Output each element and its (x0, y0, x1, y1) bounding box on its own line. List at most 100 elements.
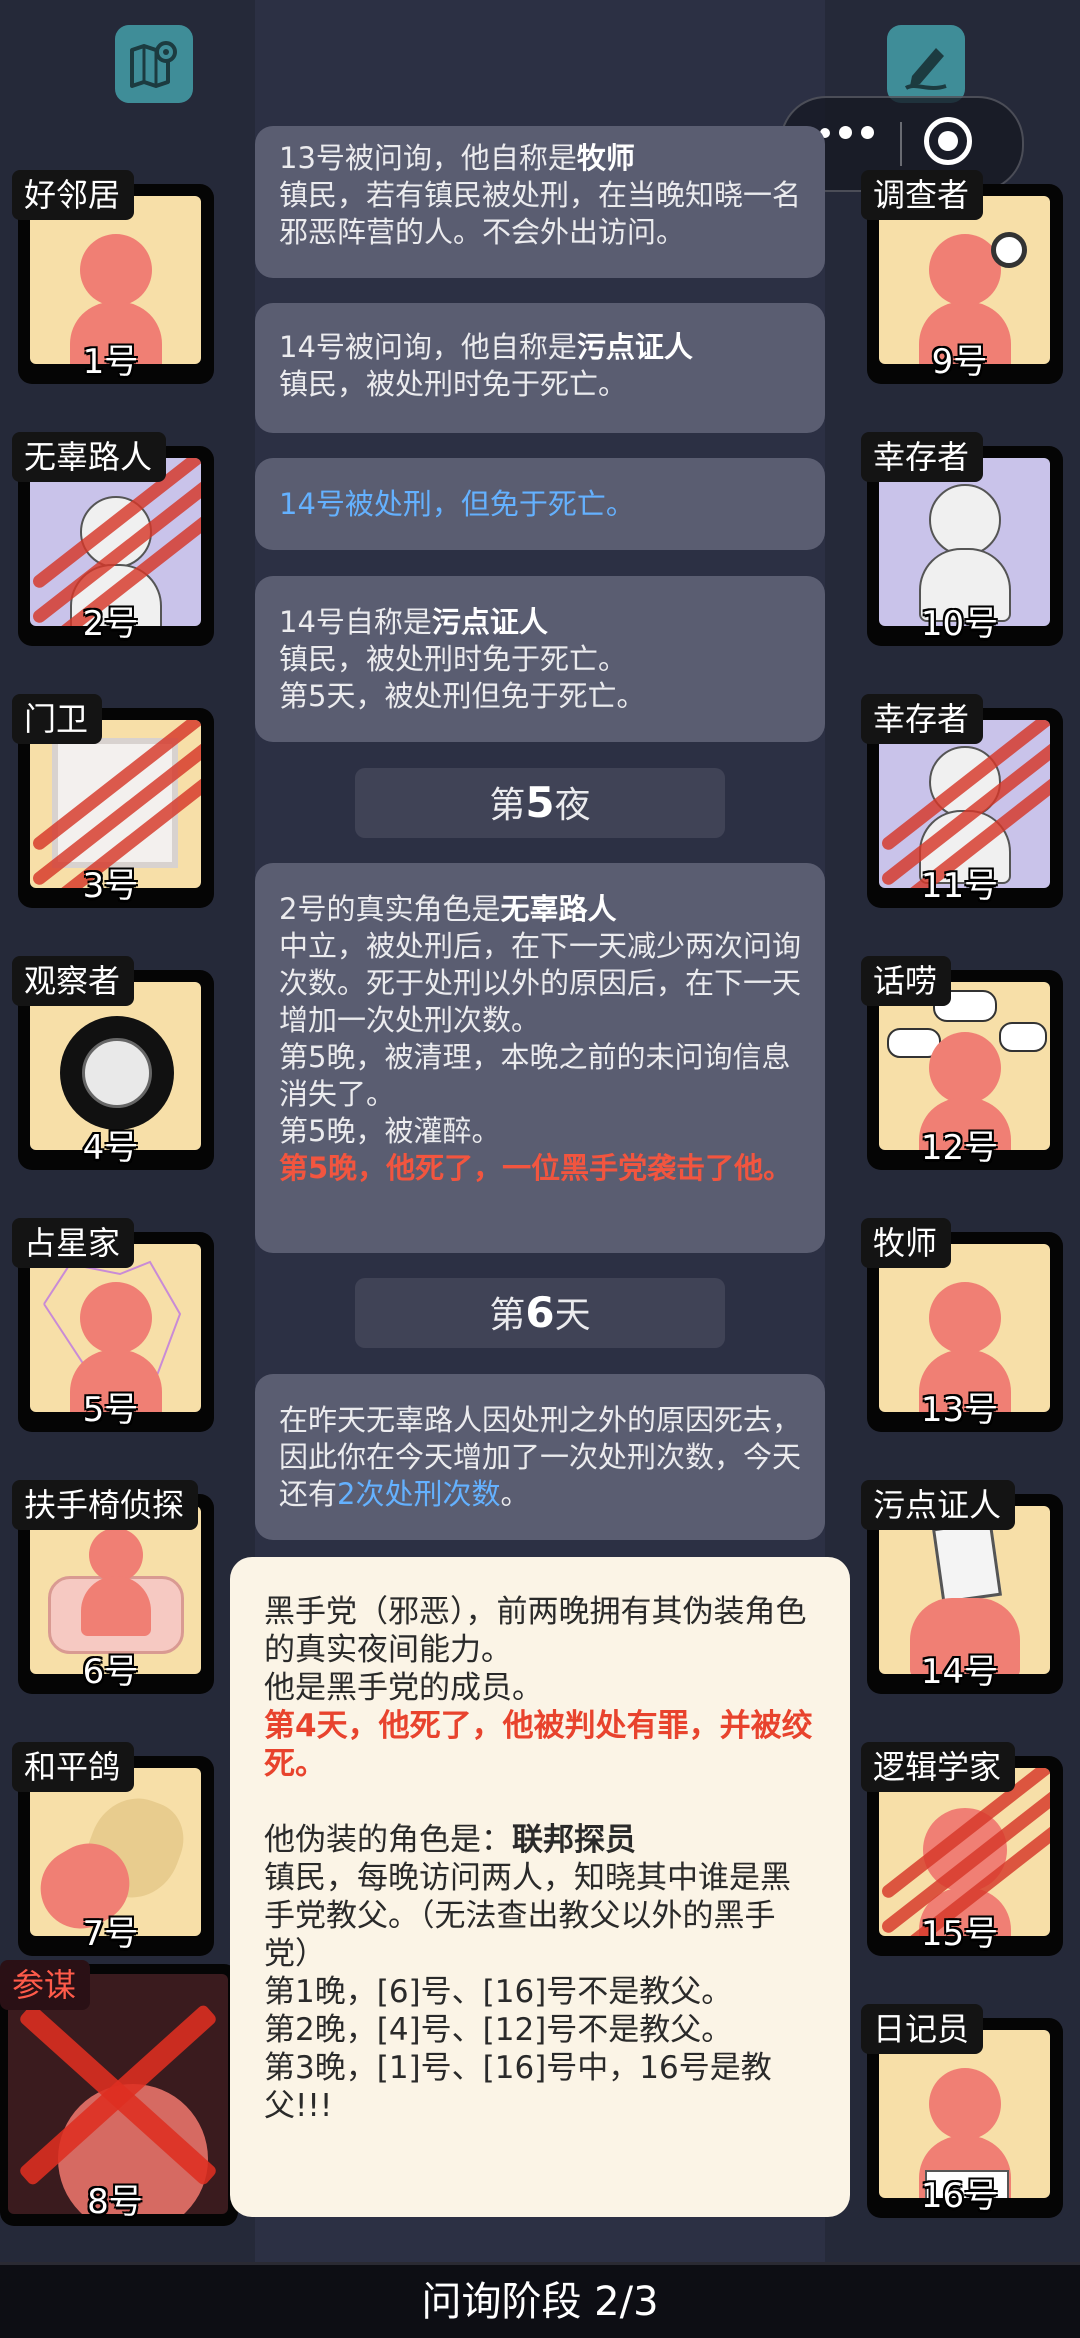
log-message: 14号被问询，他自称是污点证人 镇民，被处刑时免于死亡。 (255, 303, 825, 433)
speech-bubble (999, 1022, 1047, 1052)
player-number: 5号 (82, 1390, 139, 1430)
night-label: 夜 (554, 785, 591, 826)
night-header: 第5夜 (355, 768, 725, 838)
player-number: 15号 (920, 1914, 999, 1954)
execution-count: 2次处刑次数 (337, 1477, 501, 1511)
character-head (79, 234, 152, 306)
player-number: 16号 (920, 2176, 999, 2216)
log-execution-text: 14号被处刑，但免于死亡。 (279, 487, 635, 521)
player-number: 14号 (920, 1652, 999, 1692)
popup-disguise: 他伪装的角色是：联邦探员 (264, 1821, 816, 1859)
log-text: 镇民，若有镇民被处刑，在当晚知晓一名邪恶阵营的人。不会外出访问。 (279, 178, 802, 249)
phase-label: 问询阶段 2/3 (421, 2279, 659, 2325)
player-card-9[interactable]: 调查者 9号 (857, 136, 1063, 384)
magnifier (991, 232, 1027, 268)
player-card-13[interactable]: 牧师 13号 (857, 1184, 1063, 1432)
popup-night-2: 第2晚，[4]号、[12]号不是教父。 (264, 2012, 733, 2048)
role-label: 幸存者 (861, 694, 984, 744)
player-card-2[interactable]: 无辜路人 2号 (8, 398, 214, 646)
game-screen: 好邻居 1号 无辜路人 2号 门卫 3号 观察者 4号 占星家 5号 扶手椅侦探… (0, 0, 1080, 2338)
log-text: 。 (500, 1477, 530, 1511)
popup-disguise-desc: 镇民，每晚访问两人，知晓其中谁是黑手党教父。（无法查出教父以外的黑手党） (264, 1860, 791, 1972)
role-label: 扶手椅侦探 (12, 1480, 199, 1530)
notes-button[interactable] (887, 25, 965, 103)
portrait (30, 458, 201, 626)
log-text: 第5晚，被清理，本晚之前的未问询信息消失了。 (279, 1040, 791, 1111)
player-card-5[interactable]: 占星家 5号 (8, 1184, 214, 1432)
popup-night-3: 第3晚，[1]号、[16]号中，16号是教父!!! (264, 2050, 772, 2124)
player-number: 11号 (920, 866, 999, 906)
day-label: 第 (489, 1295, 526, 1336)
role-label: 话唠 (861, 956, 952, 1006)
character-head (928, 484, 1001, 556)
phase-bar: 问询阶段 2/3 (0, 2262, 1080, 2338)
portrait (30, 196, 201, 364)
character-head (88, 1528, 143, 1582)
character-head (928, 1282, 1001, 1354)
role-label: 牧师 (861, 1218, 952, 1268)
character-head (928, 234, 1001, 306)
player-card-10[interactable]: 幸存者 10号 (857, 398, 1063, 646)
log-role-name: 无辜路人 (500, 892, 617, 926)
role-label: 逻辑学家 (861, 1742, 1016, 1792)
role-detail-popup[interactable]: 黑手党（邪恶），前两晚拥有其伪装角色的真实夜间能力。 他是黑手党的成员。 第4天… (230, 1557, 850, 2217)
player-card-7[interactable]: 和平鸽 7号 (8, 1708, 214, 1956)
player-card-14[interactable]: 污点证人 14号 (857, 1446, 1063, 1694)
map-button[interactable] (115, 25, 193, 103)
role-label: 调查者 (861, 170, 984, 220)
role-label: 观察者 (12, 956, 135, 1006)
log-text: 中立，被处刑后，在下一天减少两次问询次数。死于处刑以外的原因后，在下一天增加一次… (279, 929, 802, 1037)
day-number: 6 (525, 1288, 555, 1337)
role-label: 门卫 (12, 694, 103, 744)
log-message: 在昨天无辜路人因处刑之外的原因死去，因此你在今天增加了一次处刑次数，今天还有2次… (255, 1374, 825, 1540)
popup-role-desc: 黑手党（邪恶），前两晚拥有其伪装角色的真实夜间能力。 (264, 1594, 807, 1668)
portrait (879, 196, 1050, 364)
portrait (879, 1768, 1050, 1936)
player-number: 12号 (920, 1128, 999, 1168)
role-label: 幸存者 (861, 432, 984, 482)
player-number: 2号 (82, 604, 139, 644)
night-label: 第 (489, 785, 526, 826)
player-card-3[interactable]: 门卫 3号 (8, 660, 214, 908)
player-card-11[interactable]: 幸存者 11号 (857, 660, 1063, 908)
log-text: 13号被问询，他自称是 (279, 141, 577, 175)
log-message: 14号被处刑，但免于死亡。 (255, 458, 825, 550)
log-role-name: 污点证人 (431, 605, 548, 639)
disguise-role: 联邦探员 (512, 1822, 636, 1858)
log-role-name: 污点证人 (576, 330, 693, 364)
log-message: 2号的真实角色是无辜路人 中立，被处刑后，在下一天减少两次问询次数。死于处刑以外… (255, 863, 825, 1253)
player-card-15[interactable]: 逻辑学家 15号 (857, 1708, 1063, 1956)
player-card-1[interactable]: 好邻居 1号 (8, 136, 214, 384)
player-card-16[interactable]: 日记员 16号 (857, 1970, 1063, 2218)
log-text: 镇民，被处刑时免于死亡。 (279, 642, 628, 676)
player-number: 10号 (920, 604, 999, 644)
popup-membership: 他是黑手党的成员。 (264, 1670, 543, 1706)
lens-face (82, 1038, 152, 1108)
log-text: 镇民，被处刑时免于死亡。 (279, 367, 628, 401)
log-text: 14号被问询，他自称是 (279, 330, 577, 364)
character-head (928, 2068, 1001, 2140)
day-header: 第6天 (355, 1278, 725, 1348)
character-body (80, 1576, 151, 1636)
player-card-12[interactable]: 话唠 12号 (857, 922, 1063, 1170)
pencil-note-icon (904, 48, 947, 90)
player-card-6[interactable]: 扶手椅侦探 6号 (8, 1446, 214, 1694)
log-text: 第5天，被处刑但免于死亡。 (279, 679, 646, 713)
portrait (879, 982, 1050, 1150)
portrait (30, 720, 201, 888)
player-number: 3号 (82, 866, 139, 906)
log-role-name: 牧师 (576, 141, 635, 175)
portrait (8, 1974, 228, 2214)
portrait (30, 1506, 201, 1674)
player-card-4[interactable]: 观察者 4号 (8, 922, 214, 1170)
character-head (928, 1032, 1001, 1104)
player-number: 4号 (82, 1128, 139, 1168)
player-card-8[interactable]: 参谋 8号 (0, 1960, 240, 2230)
role-label: 占星家 (12, 1218, 135, 1268)
log-death-text: 第5晚，他死了，一位黑手党袭击了他。 (279, 1151, 793, 1185)
disguise-label: 他伪装的角色是： (264, 1822, 512, 1858)
player-number: 1号 (82, 342, 139, 382)
portrait (30, 982, 201, 1150)
role-label: 好邻居 (12, 170, 135, 220)
role-label: 参谋 (0, 1960, 91, 2010)
